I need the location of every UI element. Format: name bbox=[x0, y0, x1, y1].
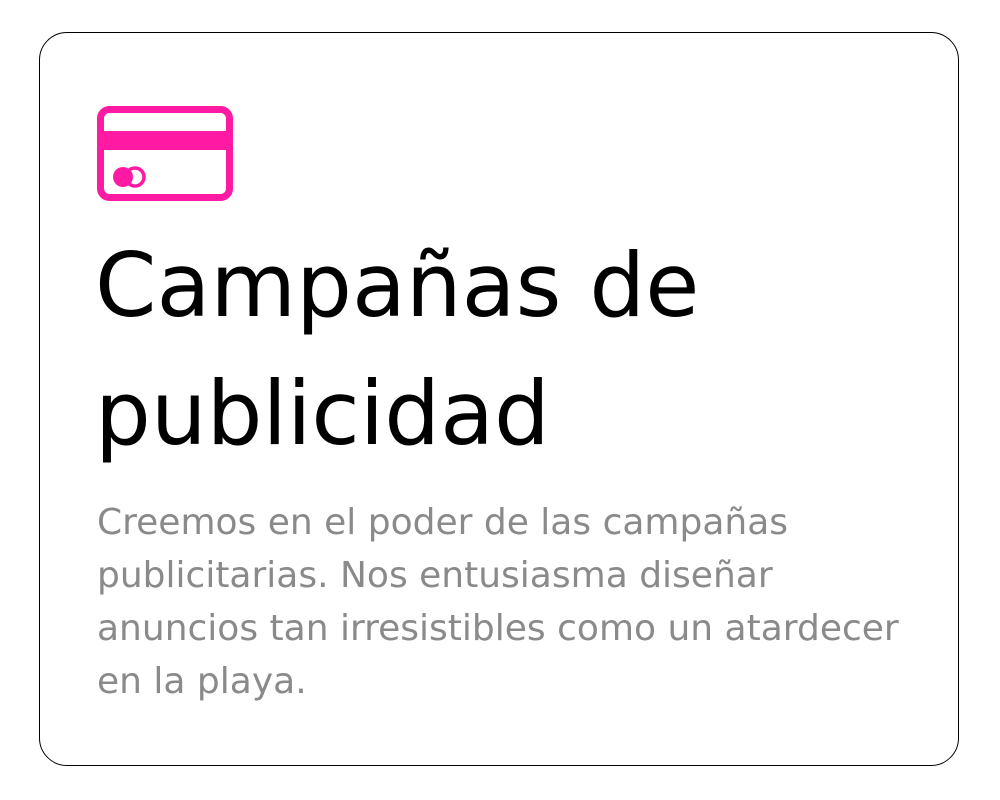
card-title: Campañas de publicidad bbox=[95, 234, 700, 465]
card-description: Creemos en el poder de las campañas publ… bbox=[97, 502, 899, 702]
credit-card-icon bbox=[97, 106, 233, 201]
